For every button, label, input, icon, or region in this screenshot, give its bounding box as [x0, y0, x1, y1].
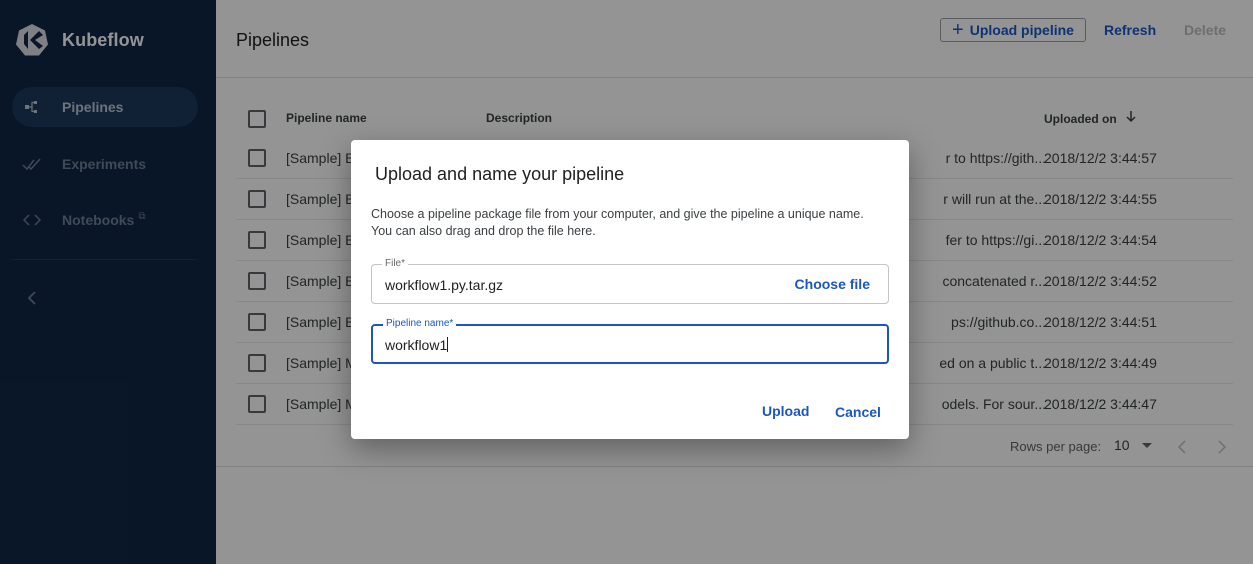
file-field-label: File* [382, 257, 409, 271]
dialog-title: Upload and name your pipeline [375, 164, 625, 184]
text-cursor [447, 337, 449, 352]
dialog-description-line: Choose a pipeline package file from your… [371, 207, 864, 221]
dialog-description: Choose a pipeline package file from your… [371, 206, 901, 240]
dialog-description-line: You can also drag and drop the file here… [371, 224, 596, 238]
pipeline-name-label: Pipeline name* [383, 317, 457, 331]
file-field[interactable]: File* workflow1.py.tar.gz Choose file [371, 257, 889, 304]
cancel-button[interactable]: Cancel [835, 404, 881, 420]
pipeline-name-field[interactable]: Pipeline name* workflow1 [371, 317, 889, 364]
pipeline-name-value: workflow1 [385, 337, 448, 353]
upload-button[interactable]: Upload [762, 403, 809, 419]
pipeline-name-input[interactable]: workflow1 [385, 337, 449, 353]
file-field-value: workflow1.py.tar.gz [385, 277, 504, 293]
choose-file-button[interactable]: Choose file [795, 276, 870, 292]
upload-pipeline-dialog: Upload and name your pipeline Choose a p… [351, 140, 909, 439]
